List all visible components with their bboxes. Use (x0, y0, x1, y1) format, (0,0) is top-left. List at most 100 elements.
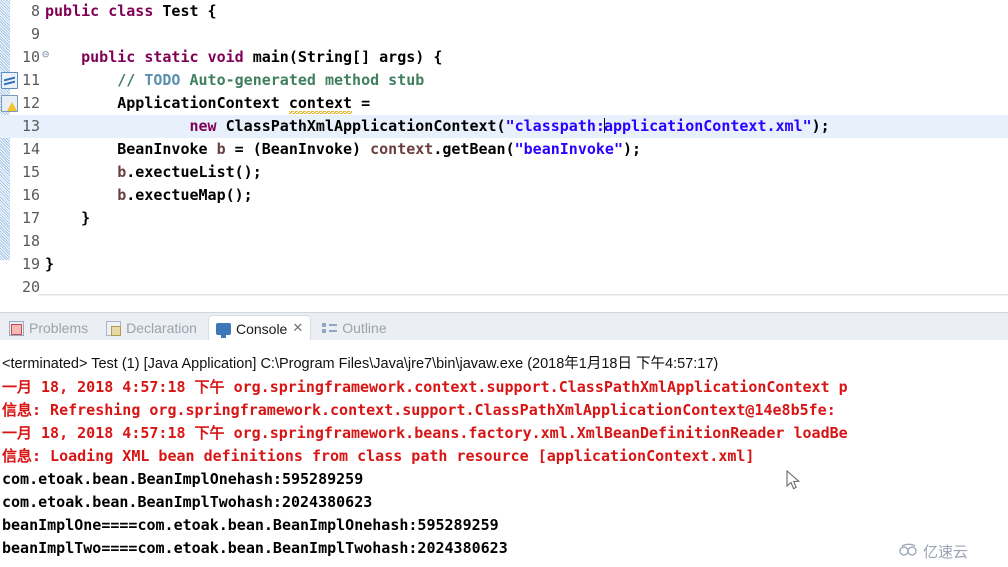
line-number: 8 (30, 2, 40, 20)
tab-label: Problems (29, 320, 89, 336)
tab-outline[interactable]: Outline (315, 315, 393, 341)
code-token: class (108, 2, 163, 20)
problems-icon (9, 320, 24, 336)
line-number: 20 (21, 278, 40, 296)
code-token: b (216, 140, 226, 158)
watermark: 亿速云 (898, 541, 968, 562)
line-number: 15 (21, 163, 40, 181)
eclipse-ide-window: 8 public class Test { 9 10 ⊖ public static v… (0, 0, 1008, 567)
code-token: b (117, 163, 127, 181)
code-text[interactable]: b.exectueMap(); (45, 184, 253, 207)
console-launch-header: <terminated> Test (1) [Java Application]… (2, 356, 719, 372)
console-output[interactable]: 一月 18, 2018 4:57:18 下午 org.springframewo… (0, 376, 1008, 560)
console-line: com.etoak.bean.BeanImplTwohash:202438062… (2, 493, 373, 511)
console-line: 信息: Loading XML bean definitions from cl… (2, 447, 755, 465)
tab-label: Console (235, 320, 288, 337)
code-token: b (117, 186, 127, 204)
code-token: BeanInvoke (45, 140, 217, 158)
console-line: 信息: Refreshing org.springframework.conte… (2, 401, 836, 419)
watermark-text: 亿速云 (923, 543, 969, 561)
code-token: applicationContext.xml" (603, 117, 812, 135)
line-number: 16 (21, 186, 40, 204)
code-token: context (370, 140, 434, 158)
code-line[interactable]: 8 public class Test { (0, 0, 1008, 23)
code-token: Test { (162, 2, 217, 20)
line-number: 14 (21, 140, 40, 158)
console-line: beanImplOne====com.etoak.bean.BeanImplOn… (2, 516, 499, 534)
editor-horizontal-scrollbar[interactable]: ‹ (38, 294, 1008, 296)
code-token: static (144, 48, 208, 66)
code-line[interactable]: 12 ApplicationContext context = (0, 92, 1008, 115)
console-line: beanImplTwo====com.etoak.bean.BeanImplTw… (2, 539, 508, 557)
code-token: context (288, 94, 353, 114)
console-icon (215, 323, 231, 338)
code-text[interactable]: } (45, 253, 54, 276)
code-line[interactable]: 9 (0, 23, 1008, 46)
code-token: TODO (144, 71, 181, 89)
code-token: ClassPathXmlApplicationContext( (225, 117, 506, 135)
tab-console[interactable]: Console ✕ (207, 315, 312, 341)
code-token: ApplicationContext (45, 94, 289, 112)
code-token: .exectueMap(); (126, 186, 253, 204)
code-text[interactable]: // TODO Auto-generated method stub (45, 69, 424, 92)
code-line[interactable]: 13 new ClassPathXmlApplicationContext("c… (0, 115, 1008, 138)
view-tab-bar[interactable]: Problems Declaration Console ✕ Outline (0, 312, 1008, 341)
code-token: "classpath: (505, 117, 605, 135)
code-text[interactable]: BeanInvoke b = (BeanInvoke) context.getB… (45, 138, 641, 161)
code-token: = (BeanInvoke) (225, 140, 371, 158)
line-number: 13 (21, 117, 40, 135)
java-source-editor[interactable]: 8 public class Test { 9 10 ⊖ public static v… (0, 0, 1008, 296)
code-token: .exectueList(); (126, 163, 262, 181)
code-token: = (352, 94, 371, 112)
line-number: 19 (21, 255, 40, 273)
code-text[interactable]: public class Test { (45, 0, 217, 23)
code-line[interactable]: 16 b.exectueMap(); (0, 184, 1008, 207)
code-lines[interactable]: 8 public class Test { 9 10 ⊖ public static v… (0, 0, 1008, 296)
line-number: 18 (21, 232, 40, 250)
code-token: ); (811, 117, 830, 135)
code-token: } (45, 255, 55, 273)
code-line[interactable]: 20 (0, 276, 1008, 296)
code-line[interactable]: 11 // TODO Auto-generated method stub (0, 69, 1008, 92)
tab-declaration[interactable]: Declaration (99, 315, 204, 341)
line-number: 12 (21, 94, 40, 112)
code-token: void (207, 48, 253, 66)
console-view[interactable]: <terminated> Test (1) [Java Application]… (0, 340, 1008, 567)
tab-close-icon[interactable]: ✕ (292, 322, 303, 335)
code-line[interactable]: 18 (0, 230, 1008, 253)
code-token: .getBean( (433, 140, 515, 158)
code-token: new (189, 117, 226, 135)
line-number: 9 (30, 25, 40, 43)
tab-label: Outline (342, 320, 387, 336)
line-number: 10 (21, 48, 40, 66)
code-token: main(String[] args) { (252, 48, 443, 66)
code-line[interactable]: 10 ⊖ public static void main(String[] arg… (0, 46, 1008, 69)
code-token: public (45, 2, 109, 20)
code-line[interactable]: 17 } (0, 207, 1008, 230)
code-line[interactable]: 19} (0, 253, 1008, 276)
code-text[interactable]: public static void main(String[] args) { (45, 46, 442, 69)
code-line[interactable]: 15 b.exectueList(); (0, 161, 1008, 184)
code-token: ); (623, 140, 642, 158)
tab-problems[interactable]: Problems (2, 315, 95, 341)
line-number: 17 (21, 209, 40, 227)
code-text[interactable]: } (45, 207, 90, 230)
outline-icon (322, 321, 338, 336)
code-token: } (45, 209, 91, 227)
code-token: public (81, 48, 145, 66)
tab-label: Declaration (126, 320, 197, 336)
code-token: "beanInvoke" (514, 140, 623, 158)
console-line: com.etoak.bean.BeanImplOnehash:595289259 (2, 470, 364, 488)
code-token: // (117, 71, 145, 89)
editor-gutter-footer (0, 294, 38, 296)
code-text[interactable]: b.exectueList(); (45, 161, 262, 184)
console-line: 一月 18, 2018 4:57:18 下午 org.springframewo… (2, 378, 848, 396)
code-line[interactable]: 14 BeanInvoke b = (BeanInvoke) context.g… (0, 138, 1008, 161)
declaration-icon (106, 320, 122, 336)
code-text[interactable]: ApplicationContext context = (45, 92, 370, 115)
code-token: Auto-generated method stub (180, 71, 425, 89)
code-text[interactable]: new ClassPathXmlApplicationContext("clas… (45, 115, 830, 138)
